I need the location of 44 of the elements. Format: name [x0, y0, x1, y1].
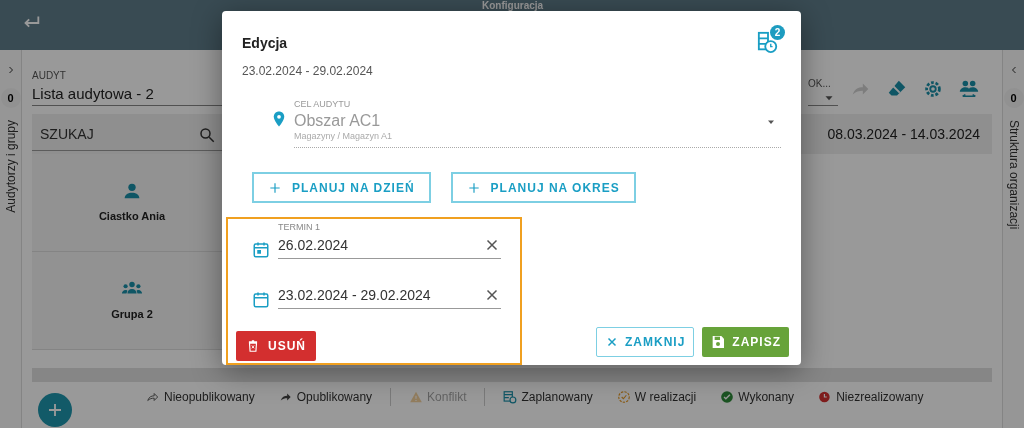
save-icon [710, 334, 727, 350]
legend-label: Zaplanowany [521, 389, 593, 406]
date-range-header: 08.03.2024 - 14.03.2024 [827, 124, 980, 144]
calendar-icon [252, 290, 270, 309]
legend-label: Wykonany [738, 389, 795, 406]
check-circle-icon [720, 390, 735, 404]
search-icon[interactable] [198, 125, 216, 144]
calendar-day-icon [252, 240, 270, 259]
save-button[interactable]: ZAPISZ [702, 327, 789, 357]
scrollbar[interactable] [32, 368, 992, 382]
plus-icon [268, 180, 282, 195]
auditor-name: Grupa 2 [111, 307, 153, 323]
page-title: Konfiguracja [482, 0, 544, 11]
dialog-title: Edycja [242, 34, 288, 53]
delete-button[interactable]: USUŃ [236, 331, 316, 361]
clock-alert-icon [818, 390, 833, 404]
people-icon[interactable] [958, 78, 980, 100]
legend-label: Opublikowany [296, 389, 373, 406]
plus-icon [466, 180, 481, 195]
auditor-name: Ciastko Ania [98, 209, 166, 225]
legend-label: Nieopublikowany [164, 389, 255, 406]
plan-button[interactable]: PLANUJ NA DZIEŃ [252, 172, 431, 203]
legend-label: Konflikt [427, 389, 467, 406]
plus-icon [46, 401, 64, 419]
search-field[interactable]: SZUKAJ [38, 123, 198, 146]
calendar-clock-icon [503, 390, 518, 404]
close-button[interactable]: ZAMKNIJ [596, 327, 695, 357]
panel-label[interactable]: Audytorzy i grupy [1, 120, 20, 213]
share-arrow-icon [146, 390, 160, 404]
settings-icon[interactable] [922, 78, 944, 100]
date-field[interactable]: TERMIN 1 26.02.2024 [278, 221, 501, 259]
dialog-subtitle: 23.02.2024 - 29.02.2024 [242, 63, 374, 80]
count-badge: 0 [1003, 88, 1024, 108]
count-badge: 0 [0, 88, 21, 108]
period-select[interactable]: OK... [808, 76, 838, 106]
date-field[interactable]: 23.02.2024 - 29.02.2024 [278, 284, 501, 309]
count-badge: 2 [770, 25, 785, 40]
dashed-check-circle-icon [616, 390, 631, 404]
trash-icon [246, 339, 260, 353]
panel-label[interactable]: Struktura organizacji [1004, 120, 1023, 230]
close-icon [605, 335, 619, 349]
plan-button[interactable]: PLANUJ NA OKRES [450, 172, 636, 203]
legend-label: Niezrealizowany [836, 389, 924, 406]
legend-label: W realizacji [634, 389, 697, 406]
